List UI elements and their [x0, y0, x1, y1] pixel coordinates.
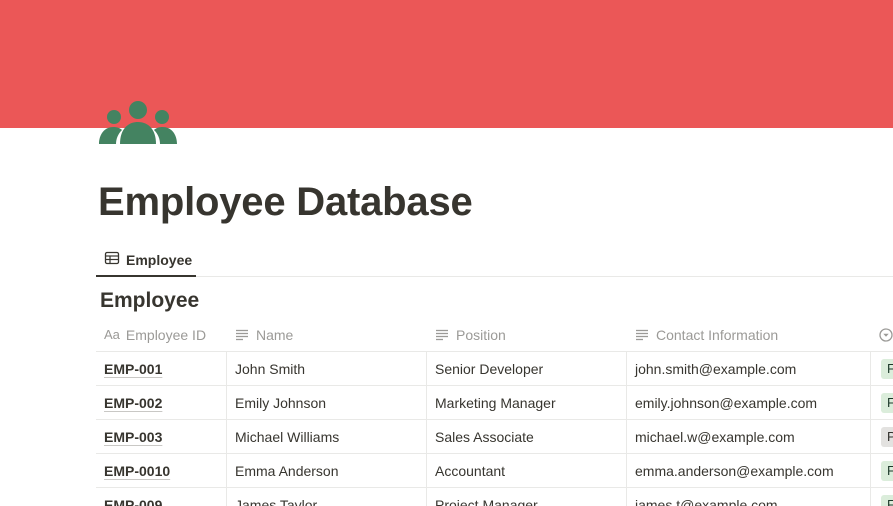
status-tag: P: [881, 426, 893, 447]
table-icon: [104, 250, 120, 269]
position-cell[interactable]: Project Manager: [426, 488, 626, 506]
page-title[interactable]: Employee Database: [98, 180, 473, 225]
contact-cell[interactable]: emily.johnson@example.com: [626, 386, 870, 419]
name-cell[interactable]: Michael Williams: [226, 420, 426, 453]
tab-employee[interactable]: Employee: [96, 244, 196, 277]
employee-id-cell[interactable]: EMP-002: [96, 386, 226, 419]
column-header-contact[interactable]: Contact Information: [626, 318, 870, 351]
column-header-position[interactable]: Position: [426, 318, 626, 351]
text-lines-icon: [434, 327, 450, 343]
employee-id-cell[interactable]: EMP-003: [96, 420, 226, 453]
status-cell[interactable]: F: [870, 352, 893, 385]
employee-id-cell[interactable]: EMP-001: [96, 352, 226, 385]
column-header-name[interactable]: Name: [226, 318, 426, 351]
table-row[interactable]: EMP-001 John Smith Senior Developer john.sm…: [96, 352, 893, 386]
position-cell[interactable]: Senior Developer: [426, 352, 626, 385]
table-row[interactable]: EMP-009 James Taylor Project Manager james.…: [96, 488, 893, 506]
employee-id-link[interactable]: EMP-002: [104, 395, 162, 411]
status-tag: F: [881, 460, 893, 481]
position-cell[interactable]: Marketing Manager: [426, 386, 626, 419]
database-table: Aa Employee ID Name Position Contact Inf…: [96, 318, 893, 506]
status-cell[interactable]: F: [870, 488, 893, 506]
status-tag: F: [881, 494, 893, 506]
name-cell[interactable]: Emily Johnson: [226, 386, 426, 419]
employee-id-link[interactable]: EMP-003: [104, 429, 162, 445]
column-header-employee-id[interactable]: Aa Employee ID: [96, 318, 226, 351]
status-cell[interactable]: P: [870, 420, 893, 453]
table-row[interactable]: EMP-002 Emily Johnson Marketing Manager emi…: [96, 386, 893, 420]
tab-label: Employee: [126, 251, 193, 268]
people-group-icon[interactable]: [98, 100, 178, 146]
status-cell[interactable]: F: [870, 454, 893, 487]
status-cell[interactable]: F: [870, 386, 893, 419]
title-aa-icon: Aa: [104, 327, 120, 342]
contact-cell[interactable]: emma.anderson@example.com: [626, 454, 870, 487]
name-cell[interactable]: Emma Anderson: [226, 454, 426, 487]
text-lines-icon: [634, 327, 650, 343]
employee-id-link[interactable]: EMP-001: [104, 361, 162, 377]
status-tag: F: [881, 392, 893, 413]
contact-cell[interactable]: james.t@example.com: [626, 488, 870, 506]
contact-cell[interactable]: michael.w@example.com: [626, 420, 870, 453]
status-tag: F: [881, 358, 893, 379]
employee-id-cell[interactable]: EMP-009: [96, 488, 226, 506]
table-row[interactable]: EMP-0010 Emma Anderson Accountant emma.ande…: [96, 454, 893, 488]
employee-id-link[interactable]: EMP-009: [104, 497, 162, 506]
column-header-status[interactable]: [870, 318, 893, 351]
select-chevron-icon: [878, 327, 893, 343]
name-cell[interactable]: James Taylor: [226, 488, 426, 506]
view-tabs: Employee: [96, 244, 893, 277]
table-row[interactable]: EMP-003 Michael Williams Sales Associate mi…: [96, 420, 893, 454]
text-lines-icon: [234, 327, 250, 343]
database-title[interactable]: Employee: [100, 289, 199, 313]
position-cell[interactable]: Accountant: [426, 454, 626, 487]
employee-id-cell[interactable]: EMP-0010: [96, 454, 226, 487]
employee-id-link[interactable]: EMP-0010: [104, 463, 170, 479]
table-header: Aa Employee ID Name Position Contact Inf…: [96, 318, 893, 352]
contact-cell[interactable]: john.smith@example.com: [626, 352, 870, 385]
name-cell[interactable]: John Smith: [226, 352, 426, 385]
position-cell[interactable]: Sales Associate: [426, 420, 626, 453]
